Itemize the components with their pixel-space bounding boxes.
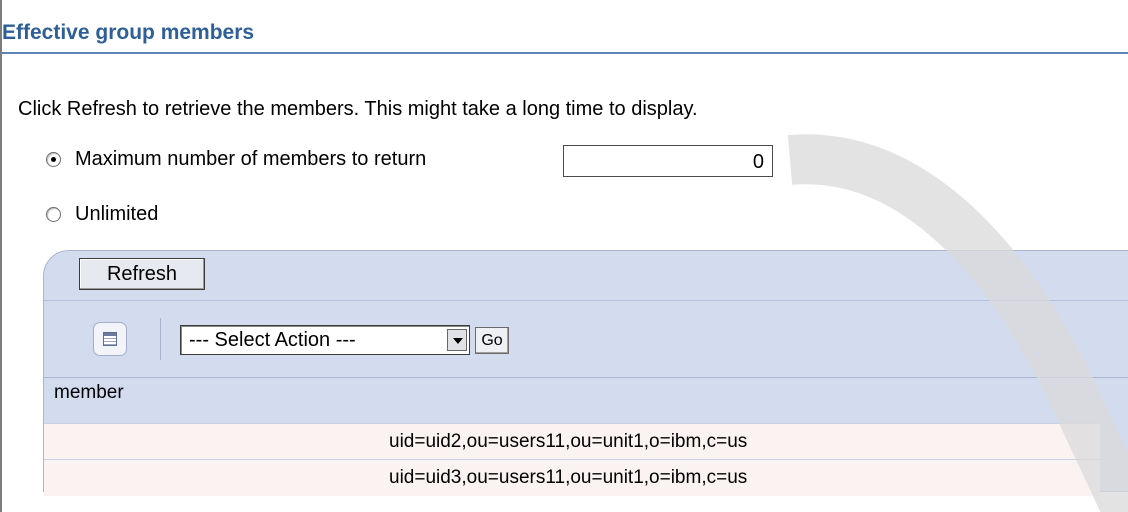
unlimited-radio[interactable] bbox=[46, 207, 61, 222]
chevron-down-icon[interactable] bbox=[447, 329, 467, 351]
table-options-button[interactable] bbox=[93, 322, 127, 356]
table-row[interactable]: uid=uid2,ou=users11,ou=unit1,o=ibm,c=us bbox=[44, 423, 1100, 460]
max-members-option[interactable]: Maximum number of members to return bbox=[46, 148, 426, 171]
table-row[interactable]: uid=uid3,ou=users11,ou=unit1,o=ibm,c=us bbox=[44, 459, 1100, 496]
select-action-dropdown[interactable]: --- Select Action --- bbox=[180, 325, 470, 355]
left-frame-border bbox=[0, 0, 2, 512]
intro-text: Click Refresh to retrieve the members. T… bbox=[18, 98, 698, 120]
unlimited-option[interactable]: Unlimited bbox=[46, 203, 158, 226]
member-cell: uid=uid2,ou=users11,ou=unit1,o=ibm,c=us bbox=[389, 431, 748, 452]
title-divider bbox=[2, 52, 1128, 54]
toolbar-separator bbox=[160, 318, 161, 360]
panel-divider bbox=[44, 300, 1128, 301]
table-icon bbox=[103, 332, 117, 346]
member-cell: uid=uid3,ou=users11,ou=unit1,o=ibm,c=us bbox=[389, 467, 748, 488]
unlimited-label: Unlimited bbox=[75, 203, 159, 225]
select-action-value: --- Select Action --- bbox=[189, 329, 356, 351]
section-title: Effective group members bbox=[2, 21, 255, 44]
max-members-input[interactable] bbox=[563, 145, 773, 177]
refresh-button[interactable]: Refresh bbox=[79, 258, 205, 290]
go-button[interactable]: Go bbox=[475, 327, 509, 354]
max-members-label: Maximum number of members to return bbox=[75, 148, 427, 170]
column-header-label: member bbox=[54, 382, 124, 403]
max-members-radio[interactable] bbox=[46, 152, 61, 167]
column-header-member[interactable]: member bbox=[44, 378, 1128, 408]
